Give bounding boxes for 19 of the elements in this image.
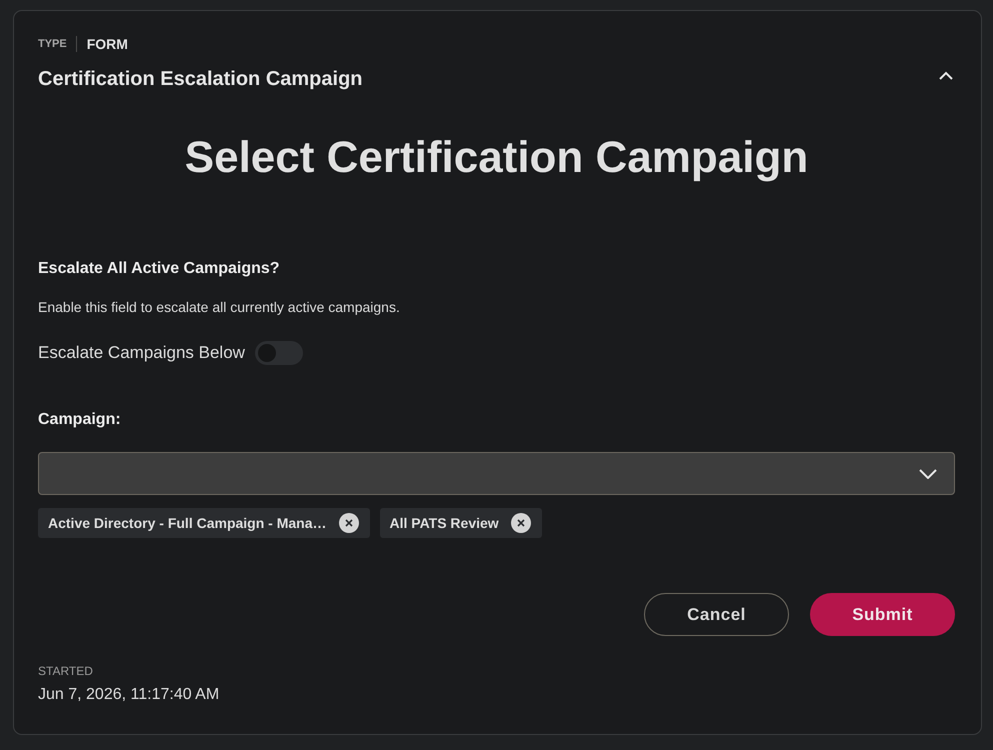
started-value: Jun 7, 2026, 11:17:40 AM bbox=[38, 686, 220, 704]
chevron-icon[interactable] bbox=[939, 71, 953, 81]
toggle-switch[interactable] bbox=[254, 341, 303, 365]
field-label: Escalate All Active Campaigns? bbox=[38, 260, 280, 278]
type-value: FORM bbox=[86, 36, 128, 52]
started-label: STARTED bbox=[38, 664, 93, 678]
tag-label: All PATS Review bbox=[390, 515, 499, 531]
card-title: Certification Escalation Campaign bbox=[38, 68, 363, 91]
form-heading: Select Certification Campaign bbox=[184, 133, 808, 183]
toggle-label: Escalate Campaigns Below bbox=[38, 343, 245, 363]
chevron-icon bbox=[919, 468, 937, 478]
cancel-button[interactable]: Cancel bbox=[644, 593, 789, 636]
tag-label: Active Directory - Full Campaign - Mana… bbox=[48, 515, 326, 531]
close-icon[interactable] bbox=[510, 513, 531, 533]
close-icon[interactable] bbox=[338, 513, 358, 533]
submit-button[interactable]: Submit bbox=[810, 593, 955, 636]
type-label: TYPE bbox=[38, 38, 67, 50]
field-description: Enable this field to escalate all currently active campaigns. bbox=[38, 299, 400, 315]
field-label: Campaign: bbox=[38, 411, 121, 429]
